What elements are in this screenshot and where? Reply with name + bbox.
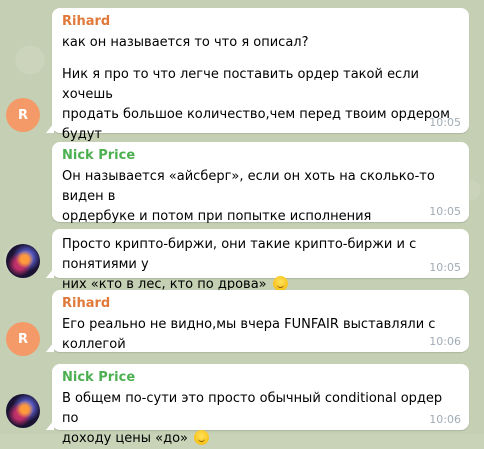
avatar-initial: R <box>17 331 28 347</box>
message-text: Его реально не видно,мы вчера FUNFAIR вы… <box>62 317 436 352</box>
sender-name[interactable]: Nick Price <box>62 370 459 385</box>
message-time: 10:05 <box>429 205 461 218</box>
smiling-face-icon <box>194 430 210 445</box>
message-text-container: Просто крипто-биржи, они такие крипто-би… <box>62 235 459 295</box>
message-time: 10:06 <box>429 335 461 348</box>
chat-background: Rihard как он называется то что я описал… <box>0 0 484 446</box>
avatar-initial: R <box>17 107 28 123</box>
message-time: 10:05 <box>429 116 461 129</box>
sender-name[interactable]: Nick Price <box>62 148 459 163</box>
message-text: Просто крипто-биржи, они такие крипто-би… <box>62 237 417 292</box>
message-bubble[interactable]: Просто крипто-биржи, они такие крипто-би… <box>46 229 469 292</box>
message-text: В общем по-сути это просто обычный condi… <box>62 391 443 446</box>
message-bubble[interactable]: Nick Price Он называется «айсберг», если… <box>52 142 469 264</box>
message-bubble[interactable]: Nick Price В общем по-сути это просто об… <box>46 364 469 446</box>
space-avatar-icon[interactable] <box>6 244 40 278</box>
message-bubble[interactable]: Rihard Его реально не видно,мы вчера FUN… <box>46 290 469 352</box>
message-text: как он называется то что я описал? <box>62 35 309 50</box>
winking-face-icon <box>272 276 288 291</box>
message-text-container: В общем по-сути это просто обычный condi… <box>62 389 459 449</box>
sender-name[interactable]: Rihard <box>62 14 459 29</box>
message-time: 10:06 <box>429 413 461 426</box>
avatar[interactable]: R <box>6 98 40 132</box>
message-time: 10:05 <box>429 261 461 274</box>
sender-name[interactable]: Rihard <box>62 296 459 311</box>
avatar[interactable]: R <box>6 322 40 356</box>
space-avatar-icon[interactable] <box>6 394 40 428</box>
message-bubble[interactable]: Rihard как он называется то что я описал… <box>46 8 469 162</box>
